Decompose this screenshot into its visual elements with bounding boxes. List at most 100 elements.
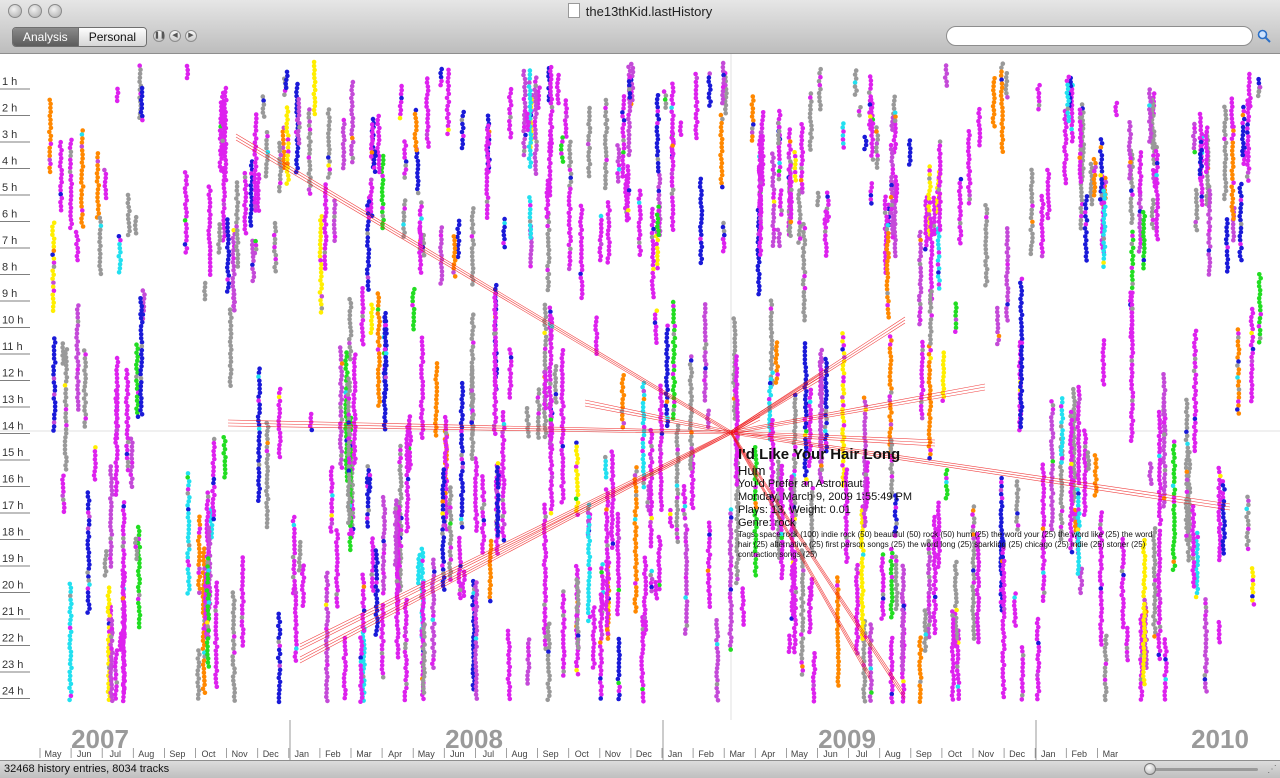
play-dot xyxy=(50,284,56,290)
play-dot xyxy=(488,542,494,548)
play-dot xyxy=(889,614,894,620)
play-dot xyxy=(377,335,382,340)
play-dot xyxy=(376,391,381,396)
play-dot xyxy=(205,490,210,496)
play-dot xyxy=(811,699,817,704)
play-dot xyxy=(776,148,782,154)
play-dot xyxy=(928,268,934,273)
play-dot xyxy=(807,609,812,615)
search-input[interactable] xyxy=(946,26,1253,46)
play-dot xyxy=(1098,586,1104,591)
play-dot xyxy=(183,206,189,211)
play-dot xyxy=(815,202,820,208)
play-dot xyxy=(1245,158,1251,163)
play-dot xyxy=(1197,167,1203,173)
play-dot xyxy=(208,264,213,269)
play-dot xyxy=(415,174,420,180)
play-dot xyxy=(1216,635,1222,641)
play-dot xyxy=(1250,346,1256,352)
play-dot xyxy=(664,379,669,385)
play-dot xyxy=(542,422,548,428)
play-dot xyxy=(546,637,552,643)
play-dot xyxy=(75,319,81,324)
play-dot xyxy=(681,484,687,489)
pause-icon[interactable]: ❚❚ xyxy=(153,30,166,42)
play-dot xyxy=(207,240,212,245)
play-dot xyxy=(380,181,386,187)
play-dot xyxy=(639,679,645,684)
play-dot xyxy=(929,252,935,257)
play-dot xyxy=(48,161,53,167)
play-dot xyxy=(360,318,366,323)
play-dot xyxy=(664,399,670,405)
personal-mode-button[interactable]: Personal xyxy=(77,28,147,46)
play-dot xyxy=(542,506,547,512)
play-dot xyxy=(888,606,894,612)
play-dot xyxy=(800,588,806,593)
play-dot xyxy=(664,359,669,365)
play-dot xyxy=(1015,527,1020,532)
play-dot xyxy=(256,466,261,472)
month-label: May xyxy=(418,749,436,759)
next-icon[interactable]: ▶ xyxy=(185,30,197,42)
play-dot xyxy=(1039,245,1045,251)
play-dot xyxy=(642,615,648,621)
search-icon[interactable] xyxy=(1257,29,1271,43)
play-dot xyxy=(408,438,414,443)
play-dot xyxy=(659,479,664,485)
play-dot xyxy=(474,644,479,649)
play-dot xyxy=(1076,420,1082,426)
play-dot xyxy=(553,380,558,385)
play-dot xyxy=(720,236,726,242)
play-dot xyxy=(395,627,401,632)
play-dot xyxy=(202,292,208,298)
play-dot xyxy=(706,576,712,582)
play-dot xyxy=(125,192,131,198)
window-title: the13thKid.lastHistory xyxy=(585,4,713,19)
play-dot xyxy=(1005,254,1011,259)
play-dot xyxy=(207,216,212,221)
play-dot xyxy=(616,660,622,666)
history-scatter[interactable]: 1 h2 h3 h4 h5 h6 h7 h8 h9 h10 h11 h12 h1… xyxy=(0,54,1280,760)
previous-icon[interactable]: ◀ xyxy=(169,30,181,42)
play-dot xyxy=(1058,464,1063,470)
play-dot xyxy=(1198,123,1204,129)
analysis-mode-button[interactable]: Analysis xyxy=(13,28,78,46)
play-dot xyxy=(185,503,190,508)
month-label: Jun xyxy=(77,749,92,759)
play-dot xyxy=(649,588,654,594)
play-dot xyxy=(95,151,101,156)
play-dot xyxy=(367,480,372,486)
play-dot xyxy=(616,640,622,646)
listening-history-plot[interactable]: 1 h2 h3 h4 h5 h6 h7 h8 h9 h 10 h 11 h 12 h1… xyxy=(0,54,1280,760)
play-dot xyxy=(1250,338,1255,344)
play-dot xyxy=(186,511,191,516)
play-dot xyxy=(1223,108,1228,114)
play-dot xyxy=(1046,199,1051,205)
play-dot xyxy=(248,163,254,168)
play-dot xyxy=(1158,493,1163,499)
play-dot xyxy=(103,175,108,181)
play-dot xyxy=(749,102,755,107)
play-dot xyxy=(634,505,639,510)
play-dot xyxy=(343,663,349,669)
play-dot xyxy=(953,325,959,331)
play-dot xyxy=(294,149,300,155)
play-dot xyxy=(625,180,631,185)
play-dot xyxy=(344,354,350,359)
play-dot xyxy=(928,224,933,229)
play-dot xyxy=(975,571,980,577)
play-dot xyxy=(800,592,806,597)
play-dot xyxy=(568,159,574,165)
play-dot xyxy=(732,340,738,345)
play-dot xyxy=(1148,461,1153,467)
play-dot xyxy=(1246,75,1252,81)
play-dot xyxy=(1129,414,1134,420)
play-dot xyxy=(799,580,805,585)
play-dot xyxy=(932,215,937,221)
play-dot xyxy=(1162,697,1168,702)
play-dot xyxy=(891,137,897,143)
play-dot xyxy=(347,336,352,342)
play-dot xyxy=(575,484,580,490)
play-dot xyxy=(265,436,270,442)
